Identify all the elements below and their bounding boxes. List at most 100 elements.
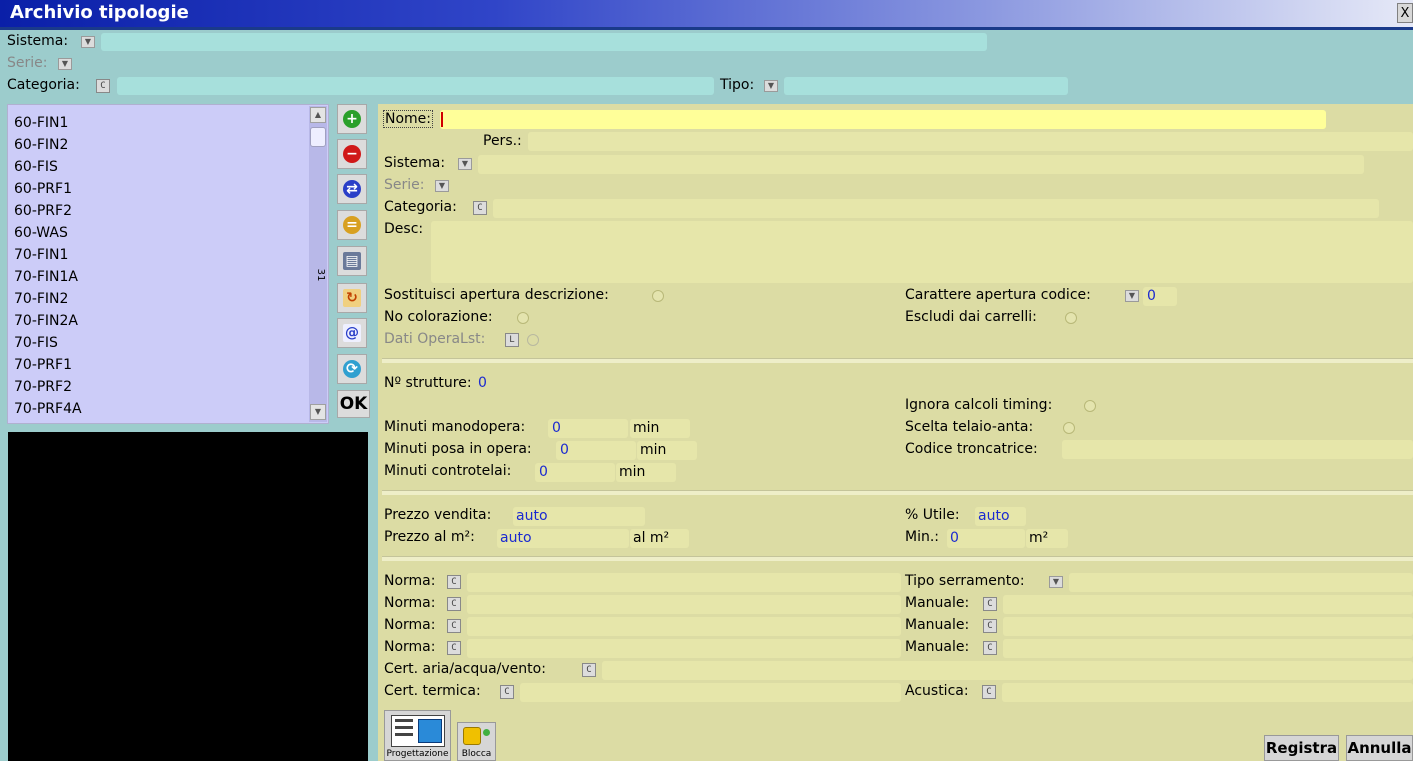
cert-termica-button[interactable]: C <box>500 685 514 699</box>
ignora-label: Ignora calcoli timing: <box>905 397 1053 413</box>
cert-aria-input[interactable] <box>602 661 1413 680</box>
list-item[interactable]: 70-PRF4A <box>14 401 82 417</box>
n-strutture-value: 0 <box>478 375 487 391</box>
filter-categoria-field[interactable] <box>117 77 714 95</box>
norma-button-1[interactable]: C <box>447 575 461 589</box>
acustica-label: Acustica: <box>905 683 969 699</box>
filter-sistema-dropdown[interactable]: ▼ <box>81 36 95 48</box>
list-item[interactable]: 70-FIN1A <box>14 269 78 285</box>
scroll-up-button[interactable]: ▲ <box>310 107 326 123</box>
equal-button[interactable]: = <box>337 210 367 240</box>
tipologie-list[interactable]: 60-FIN1 60-FIN2 60-FIS 60-PRF1 60-PRF2 6… <box>7 104 329 424</box>
norma-button-4[interactable]: C <box>447 641 461 655</box>
min-unit: m² <box>1029 530 1049 546</box>
acustica-input[interactable] <box>1002 683 1413 702</box>
close-button[interactable]: X <box>1397 3 1413 23</box>
list-item[interactable]: 70-FIN2A <box>14 313 78 329</box>
norma-input-3[interactable] <box>467 617 901 636</box>
min-value: 0 <box>950 530 959 546</box>
prezzo-vendita-label: Prezzo vendita: <box>384 507 492 523</box>
ignora-radio[interactable] <box>1084 400 1096 412</box>
manuale-input-1[interactable] <box>1003 595 1413 614</box>
escludi-radio[interactable] <box>1065 312 1077 324</box>
progettazione-button[interactable]: Progettazione <box>384 710 451 761</box>
blocca-button[interactable]: Blocca <box>457 722 496 761</box>
manuale-input-2[interactable] <box>1003 617 1413 636</box>
cert-aria-label: Cert. aria/acqua/vento: <box>384 661 546 677</box>
status-light-icon <box>483 729 490 736</box>
list-item[interactable]: 70-FIN1 <box>14 247 68 263</box>
cert-aria-button[interactable]: C <box>582 663 596 677</box>
email-button[interactable]: @ <box>337 318 367 348</box>
scelta-radio[interactable] <box>1063 422 1075 434</box>
norma-label-1: Norma: <box>384 573 436 589</box>
dati-operalst-radio[interactable] <box>527 334 539 346</box>
norma-button-2[interactable]: C <box>447 597 461 611</box>
section-divider <box>382 490 1413 495</box>
norma-button-3[interactable]: C <box>447 619 461 633</box>
swap-button[interactable]: ⇄ <box>337 174 367 204</box>
no-colorazione-radio[interactable] <box>517 312 529 324</box>
print-button[interactable]: ▤ <box>337 246 367 276</box>
sistema-dropdown[interactable]: ▼ <box>458 158 472 170</box>
manuale-button-3[interactable]: C <box>983 641 997 655</box>
sync-button[interactable]: ⟳ <box>337 354 367 384</box>
no-colorazione-label: No colorazione: <box>384 309 493 325</box>
list-item[interactable]: 60-FIN2 <box>14 137 68 153</box>
sistema-label: Sistema: <box>384 155 446 171</box>
codice-tronc-input[interactable] <box>1062 440 1413 459</box>
desc-textarea[interactable] <box>431 221 1413 283</box>
prezzo-vendita-value: auto <box>516 508 548 524</box>
delete-button[interactable]: − <box>337 139 367 169</box>
title-bar <box>0 0 1413 27</box>
blocca-label: Blocca <box>461 749 492 759</box>
list-count: 31 <box>315 268 326 282</box>
filter-tipo-field[interactable] <box>784 77 1068 95</box>
manuale-label-1: Manuale: <box>905 595 970 611</box>
list-item[interactable]: 60-PRF1 <box>14 181 72 197</box>
list-scrollbar[interactable] <box>309 106 327 422</box>
scroll-thumb[interactable] <box>310 127 326 147</box>
manuale-button-2[interactable]: C <box>983 619 997 633</box>
list-item[interactable]: 60-PRF2 <box>14 203 72 219</box>
sostituisci-radio[interactable] <box>652 290 664 302</box>
manuale-button-1[interactable]: C <box>983 597 997 611</box>
acustica-button[interactable]: C <box>982 685 996 699</box>
list-item[interactable]: 60-FIN1 <box>14 115 68 131</box>
cert-termica-label: Cert. termica: <box>384 683 481 699</box>
tipo-serr-dropdown[interactable]: ▼ <box>1049 576 1063 588</box>
sistema-input[interactable] <box>478 155 1364 174</box>
list-item[interactable]: 70-FIN2 <box>14 291 68 307</box>
registra-button[interactable]: Registra <box>1264 735 1339 761</box>
carattere-dropdown[interactable]: ▼ <box>1125 290 1139 302</box>
list-item[interactable]: 60-FIS <box>14 159 58 175</box>
annulla-button[interactable]: Annulla <box>1346 735 1413 761</box>
serie-dropdown[interactable]: ▼ <box>435 180 449 192</box>
norma-input-1[interactable] <box>467 573 901 592</box>
list-item[interactable]: 70-PRF2 <box>14 379 72 395</box>
pers-input[interactable] <box>528 132 1413 151</box>
ok-button[interactable]: OK <box>337 390 370 418</box>
filter-tipo-dropdown[interactable]: ▼ <box>764 80 778 92</box>
dati-operalst-button[interactable]: L <box>505 333 519 347</box>
manuale-input-3[interactable] <box>1003 639 1413 658</box>
categoria-button[interactable]: C <box>473 201 487 215</box>
cert-termica-input[interactable] <box>520 683 901 702</box>
refresh-doc-button[interactable]: ↻ <box>337 283 367 313</box>
filter-sistema-field[interactable] <box>101 33 987 51</box>
tipo-serr-input[interactable] <box>1069 573 1413 592</box>
norma-input-2[interactable] <box>467 595 901 614</box>
nome-input[interactable] <box>440 110 1326 129</box>
filter-serie-dropdown[interactable]: ▼ <box>58 58 72 70</box>
list-item[interactable]: 70-FIS <box>14 335 58 351</box>
section-divider <box>382 556 1413 561</box>
scroll-down-button[interactable]: ▼ <box>310 404 326 420</box>
categoria-input[interactable] <box>493 199 1379 218</box>
add-button[interactable]: + <box>337 104 367 134</box>
norma-input-4[interactable] <box>467 639 901 658</box>
escludi-label: Escludi dai carrelli: <box>905 309 1037 325</box>
list-item[interactable]: 70-PRF1 <box>14 357 72 373</box>
list-item[interactable]: 60-WAS <box>14 225 68 241</box>
filter-categoria-button[interactable]: C <box>96 79 110 93</box>
preview-canvas <box>8 432 368 761</box>
